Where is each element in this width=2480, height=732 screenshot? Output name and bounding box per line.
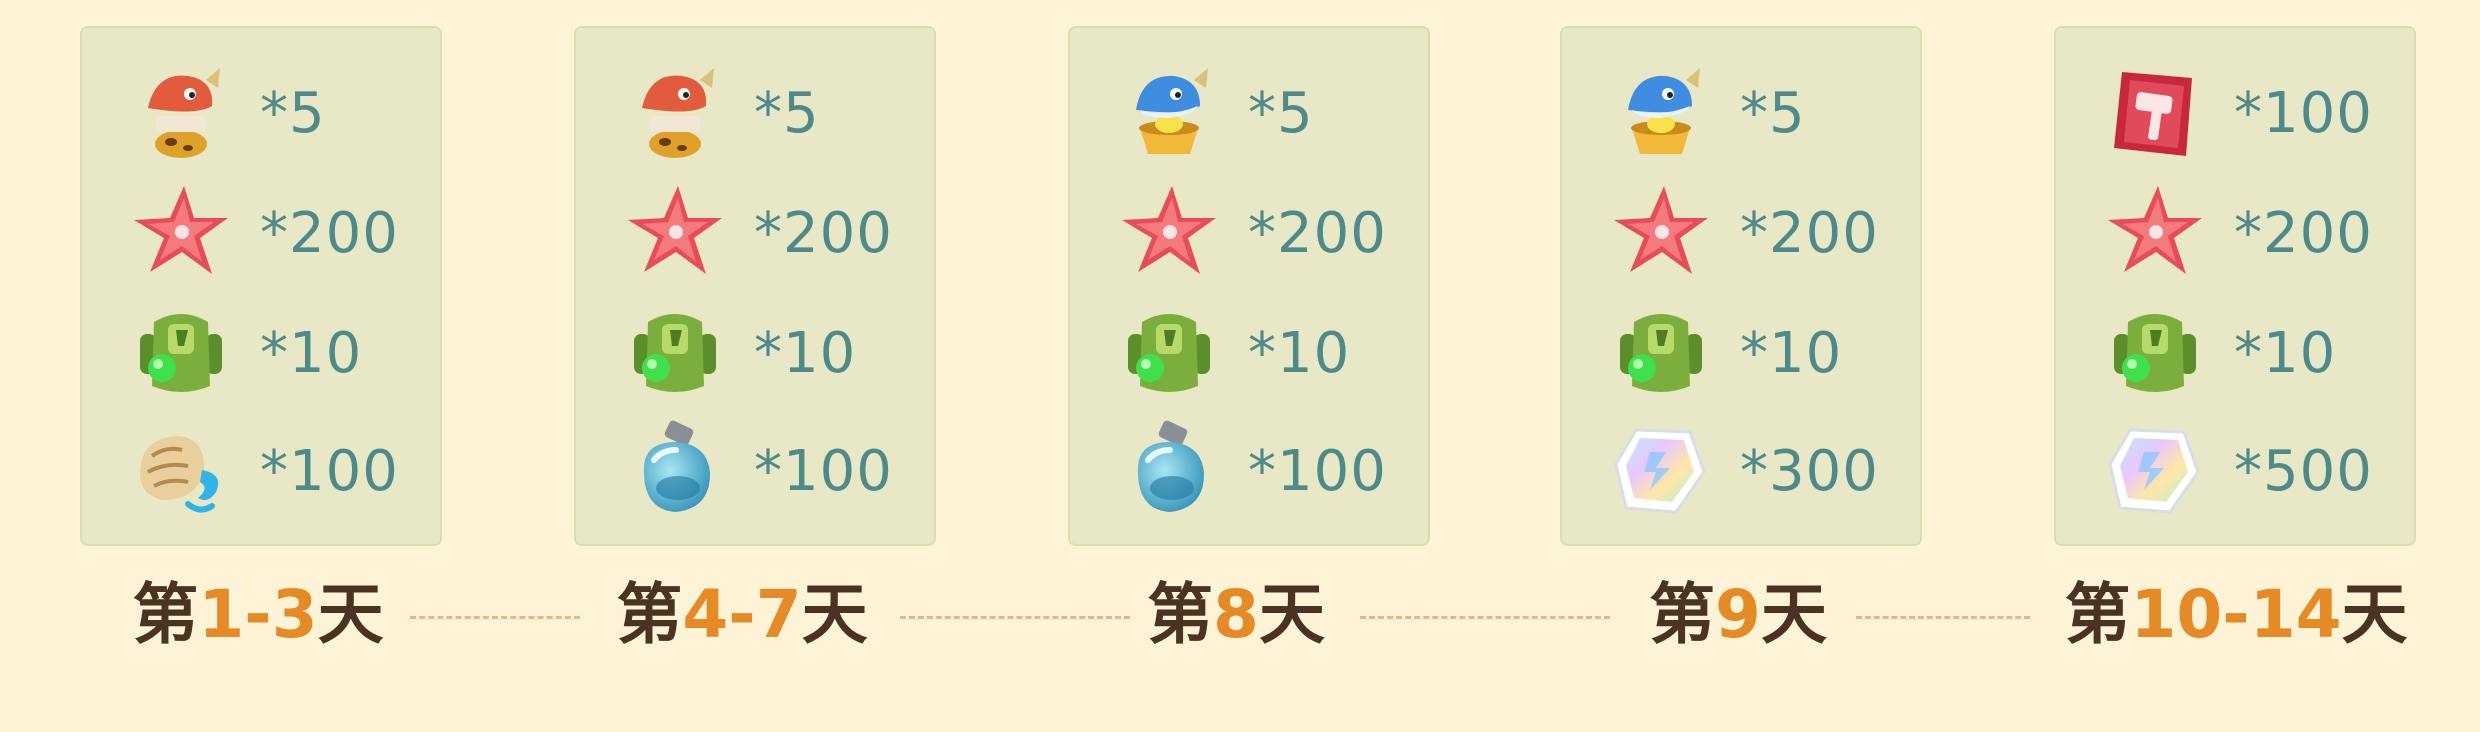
reward-item: *500 — [2056, 416, 2418, 526]
reward-quantity: *100 — [2234, 81, 2373, 146]
day-column-5: *100 *200 *10 *500 第10-14天 — [2046, 0, 2426, 732]
day-label: 第8天 — [1046, 570, 1426, 660]
day-label: 第10-14天 — [2046, 570, 2426, 660]
blue-potion-bottle-icon — [620, 416, 730, 526]
day-label: 第4-7天 — [552, 570, 932, 660]
day-label-suffix: 天 — [1258, 576, 1325, 653]
reward-item: *5 — [1070, 58, 1432, 168]
day-label: 第1-3天 — [68, 570, 448, 660]
timeline-connector — [900, 616, 1130, 619]
day-label-prefix: 第 — [2064, 576, 2131, 653]
timeline-connector — [1856, 616, 2030, 619]
day-label: 第9天 — [1548, 570, 1928, 660]
red-fish-chest-icon — [620, 58, 730, 168]
green-backpack-icon — [1114, 298, 1224, 408]
reward-item: *100 — [2056, 58, 2418, 168]
day-column-1: *5 *200 *10 *100 第1-3天 — [72, 0, 452, 732]
timeline-connector — [410, 616, 580, 619]
reward-item: *10 — [576, 298, 938, 408]
blue-fish-basket-icon — [1114, 58, 1224, 168]
red-starfish-icon — [620, 178, 730, 288]
reward-item: *200 — [1070, 178, 1432, 288]
day-label-prefix: 第 — [1649, 576, 1716, 653]
day-label-suffix: 天 — [801, 576, 868, 653]
reward-quantity: *5 — [754, 81, 820, 146]
reward-card: *5 *200 *10 *300 — [1560, 26, 1922, 546]
reward-item: *100 — [576, 416, 938, 526]
reward-quantity: *200 — [754, 201, 893, 266]
day-label-range: 9 — [1715, 576, 1761, 653]
reward-item: *200 — [576, 178, 938, 288]
blue-potion-bottle-icon — [1114, 416, 1224, 526]
day-column-4: *5 *200 *10 *300 第9天 — [1552, 0, 1932, 732]
reward-item: *200 — [1562, 178, 1924, 288]
reward-quantity: *500 — [2234, 439, 2373, 504]
reward-card: *5 *200 *10 *100 — [1068, 26, 1430, 546]
reward-quantity: *300 — [1740, 439, 1879, 504]
reward-item: *100 — [1070, 416, 1432, 526]
reward-quantity: *200 — [260, 201, 399, 266]
reward-item: *100 — [82, 416, 444, 526]
green-backpack-icon — [126, 298, 236, 408]
red-starfish-icon — [126, 178, 236, 288]
day-label-prefix: 第 — [132, 576, 199, 653]
red-fish-chest-icon — [126, 58, 236, 168]
reward-quantity: *100 — [260, 439, 399, 504]
reward-quantity: *100 — [1248, 439, 1387, 504]
rainbow-crystal-icon — [1606, 416, 1716, 526]
red-hammer-card-icon — [2100, 58, 2210, 168]
reward-quantity: *200 — [2234, 201, 2373, 266]
reward-quantity: *5 — [260, 81, 326, 146]
conch-shell-icon — [126, 416, 236, 526]
day-label-prefix: 第 — [1147, 576, 1214, 653]
reward-quantity: *10 — [260, 321, 363, 386]
reward-quantity: *5 — [1248, 81, 1314, 146]
day-label-range: 4-7 — [682, 576, 802, 653]
reward-item: *10 — [1070, 298, 1432, 408]
reward-item: *300 — [1562, 416, 1924, 526]
reward-item: *200 — [2056, 178, 2418, 288]
day-column-2: *5 *200 *10 *100 第4-7天 — [566, 0, 946, 732]
reward-item: *5 — [576, 58, 938, 168]
red-starfish-icon — [1606, 178, 1716, 288]
day-label-suffix: 天 — [1760, 576, 1827, 653]
day-label-suffix: 天 — [2341, 576, 2408, 653]
day-label-prefix: 第 — [616, 576, 683, 653]
reward-quantity: *200 — [1740, 201, 1879, 266]
green-backpack-icon — [1606, 298, 1716, 408]
reward-card: *5 *200 *10 *100 — [574, 26, 936, 546]
day-column-3: *5 *200 *10 *100 第8天 — [1060, 0, 1440, 732]
day-label-range: 1-3 — [198, 576, 318, 653]
reward-item: *5 — [82, 58, 444, 168]
reward-item: *10 — [1562, 298, 1924, 408]
reward-quantity: *10 — [1740, 321, 1843, 386]
green-backpack-icon — [620, 298, 730, 408]
day-label-range: 10-14 — [2130, 576, 2342, 653]
timeline-connector — [1360, 616, 1610, 619]
reward-quantity: *100 — [754, 439, 893, 504]
reward-quantity: *10 — [1248, 321, 1351, 386]
reward-card: *5 *200 *10 *100 — [80, 26, 442, 546]
reward-quantity: *5 — [1740, 81, 1806, 146]
day-label-range: 8 — [1213, 576, 1259, 653]
reward-item: *5 — [1562, 58, 1924, 168]
green-backpack-icon — [2100, 298, 2210, 408]
reward-quantity: *10 — [754, 321, 857, 386]
reward-item: *10 — [82, 298, 444, 408]
red-starfish-icon — [2100, 178, 2210, 288]
reward-item: *200 — [82, 178, 444, 288]
reward-card: *100 *200 *10 *500 — [2054, 26, 2416, 546]
rainbow-crystal-icon — [2100, 416, 2210, 526]
reward-item: *10 — [2056, 298, 2418, 408]
reward-quantity: *200 — [1248, 201, 1387, 266]
reward-quantity: *10 — [2234, 321, 2337, 386]
day-label-suffix: 天 — [317, 576, 384, 653]
red-starfish-icon — [1114, 178, 1224, 288]
blue-fish-basket-icon — [1606, 58, 1716, 168]
